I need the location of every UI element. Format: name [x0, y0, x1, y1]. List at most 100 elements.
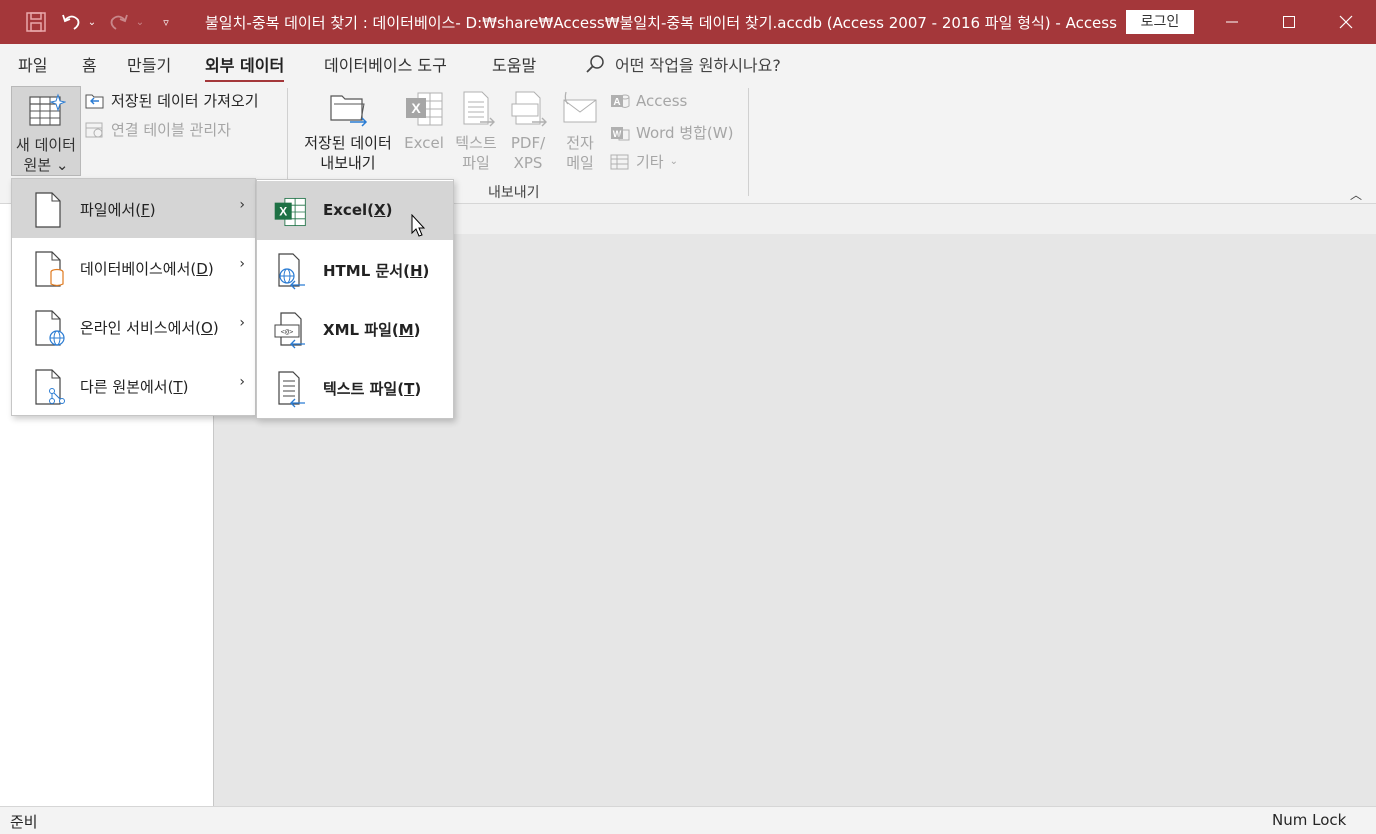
undo-icon[interactable]: [58, 8, 84, 36]
export-group-label: 내보내기: [488, 185, 540, 201]
close-icon[interactable]: [1318, 0, 1374, 44]
mouse-cursor-icon: [411, 214, 426, 237]
saved-exports-icon: [330, 95, 368, 127]
new-data-source-label-1: 새 데이터: [16, 136, 76, 154]
export-pdf-button[interactable]: PDF/ XPS: [504, 90, 552, 173]
tab-home[interactable]: 홈: [82, 52, 97, 76]
status-bar: 준비 Num Lock: [0, 806, 1376, 834]
ribbon-separator: [748, 88, 749, 196]
export-pdf-label-2: XPS: [513, 154, 543, 172]
tell-me-text: 어떤 작업을 원하시나요?: [615, 56, 781, 75]
svg-text:<@>: <@>: [281, 328, 294, 336]
linked-table-manager-icon: [85, 122, 103, 137]
email-icon: [563, 91, 597, 123]
submenu-item-html[interactable]: HTML 문서(H): [257, 240, 453, 299]
svg-text:X: X: [279, 204, 287, 218]
submenu-item-text-file[interactable]: 텍스트 파일(T): [257, 358, 453, 417]
ribbon-tabs: 파일 홈 만들기 외부 데이터 데이터베이스 도구 도움말 어떤 작업을 원하시…: [0, 44, 1376, 83]
other-sources-icon: [35, 369, 65, 405]
tab-database-tools[interactable]: 데이터베이스 도구: [324, 52, 447, 76]
saved-exports-label-1: 저장된 데이터: [304, 134, 392, 152]
word-merge-label: Word 병합(W): [636, 124, 734, 142]
window-title: 불일치-중복 데이터 찾기 : 데이터베이스- D:₩share₩Access₩…: [205, 14, 1117, 32]
undo-dropdown-icon[interactable]: ⌄: [86, 8, 98, 36]
chevron-right-icon: ›: [239, 374, 245, 390]
chevron-right-icon: ›: [239, 197, 245, 213]
linked-table-manager-button[interactable]: 연결 테이블 관리자: [85, 119, 231, 140]
word-merge-icon: W: [611, 126, 630, 140]
html-document-icon: [278, 253, 305, 290]
minimize-icon[interactable]: [1204, 0, 1260, 44]
redo-dropdown-icon[interactable]: ⌄: [134, 8, 146, 36]
tell-me-box[interactable]: 어떤 작업을 원하시나요?: [585, 52, 781, 76]
excel-icon: X: [274, 197, 306, 227]
customize-qat-icon[interactable]: ▿: [158, 8, 174, 36]
submenu-item-xml[interactable]: <@> XML 파일(M): [257, 299, 453, 358]
export-email-label-2: 메일: [566, 154, 594, 172]
xml-file-icon: <@>: [274, 312, 305, 349]
menu-item-from-online-services-label: 온라인 서비스에서(O): [80, 319, 219, 337]
new-data-source-button[interactable]: 새 데이터 원본 ⌄: [11, 86, 81, 176]
submenu-item-text-file-label: 텍스트 파일(T): [323, 380, 422, 398]
menu-item-from-file[interactable]: 파일에서(F) ›: [12, 179, 255, 238]
saved-exports-label-2: 내보내기: [320, 154, 376, 172]
chevron-right-icon: ›: [239, 315, 245, 331]
menu-item-from-database[interactable]: 데이터베이스에서(D) ›: [12, 238, 255, 297]
export-email-label-1: 전자: [566, 134, 594, 152]
export-access-button[interactable]: A Access: [610, 92, 687, 110]
export-pdf-label-1: PDF/: [510, 134, 546, 152]
saved-imports-label: 저장된 데이터 가져오기: [111, 92, 259, 110]
pdf-icon: [511, 91, 547, 127]
search-icon: [586, 55, 604, 73]
chevron-down-icon: ⌄: [669, 156, 678, 167]
saved-imports-button[interactable]: 저장된 데이터 가져오기: [85, 90, 259, 111]
export-text-file-button[interactable]: 텍스트 파일: [452, 90, 500, 173]
access-icon: A: [611, 94, 630, 108]
submenu-item-excel-label: Excel(X): [323, 201, 393, 219]
export-text-label-2: 파일: [462, 154, 490, 172]
status-text: 준비: [10, 813, 38, 831]
redo-icon[interactable]: [106, 8, 132, 36]
file-icon: [35, 192, 61, 228]
menu-item-from-other-sources[interactable]: 다른 원본에서(T) ›: [12, 356, 255, 415]
chevron-right-icon: ›: [239, 256, 245, 272]
text-file-icon: [463, 91, 495, 127]
submenu-item-excel[interactable]: X Excel(X): [257, 181, 453, 240]
save-icon[interactable]: [22, 8, 50, 36]
new-data-source-menu: 파일에서(F) › 데이터베이스에서(D) › 온라인 서비스에서(O) › 다…: [11, 178, 256, 416]
linked-table-manager-label: 연결 테이블 관리자: [111, 121, 231, 139]
maximize-icon[interactable]: [1261, 0, 1317, 44]
from-file-submenu: X Excel(X) HTML 문서(H) <@> XML 파일(M) 텍스트 …: [256, 179, 454, 419]
more-export-button[interactable]: 기타 ⌄: [610, 151, 678, 172]
svg-text:A: A: [613, 97, 620, 108]
more-icon: [610, 154, 629, 169]
tab-external-data[interactable]: 외부 데이터: [205, 52, 285, 83]
export-excel-label: Excel: [404, 134, 444, 152]
saved-imports-icon: [85, 94, 104, 108]
export-access-label: Access: [636, 92, 688, 110]
word-merge-button[interactable]: W Word 병합(W): [610, 122, 733, 143]
submenu-item-html-label: HTML 문서(H): [323, 262, 430, 280]
menu-item-from-online-services[interactable]: 온라인 서비스에서(O) ›: [12, 297, 255, 356]
tab-help[interactable]: 도움말: [492, 52, 536, 76]
collapse-ribbon-icon[interactable]: ︿: [1350, 186, 1362, 203]
export-email-button[interactable]: 전자 메일: [556, 90, 604, 173]
more-export-label: 기타: [636, 153, 664, 171]
tab-create[interactable]: 만들기: [127, 52, 171, 76]
export-excel-button[interactable]: X Excel: [402, 90, 446, 153]
menu-item-from-file-label: 파일에서(F): [80, 201, 156, 219]
title-bar: ⌄ ⌄ ▿ 불일치-중복 데이터 찾기 : 데이터베이스- D:₩share₩A…: [0, 0, 1376, 44]
menu-item-from-database-label: 데이터베이스에서(D): [80, 260, 214, 278]
globe-icon: [35, 310, 65, 346]
new-data-source-icon: [29, 93, 66, 126]
new-data-source-label: 새 데이터 원본 ⌄: [12, 135, 80, 175]
submenu-item-xml-label: XML 파일(M): [323, 321, 421, 339]
text-file-icon: [278, 371, 305, 408]
database-icon: [35, 251, 64, 287]
saved-exports-button[interactable]: 저장된 데이터 내보내기: [298, 90, 398, 173]
num-lock-indicator: Num Lock: [1272, 811, 1347, 829]
login-button[interactable]: 로그인: [1126, 10, 1194, 34]
export-text-label-1: 텍스트: [455, 134, 497, 152]
tab-file[interactable]: 파일: [18, 52, 47, 76]
new-data-source-label-2: 원본 ⌄: [23, 156, 69, 174]
